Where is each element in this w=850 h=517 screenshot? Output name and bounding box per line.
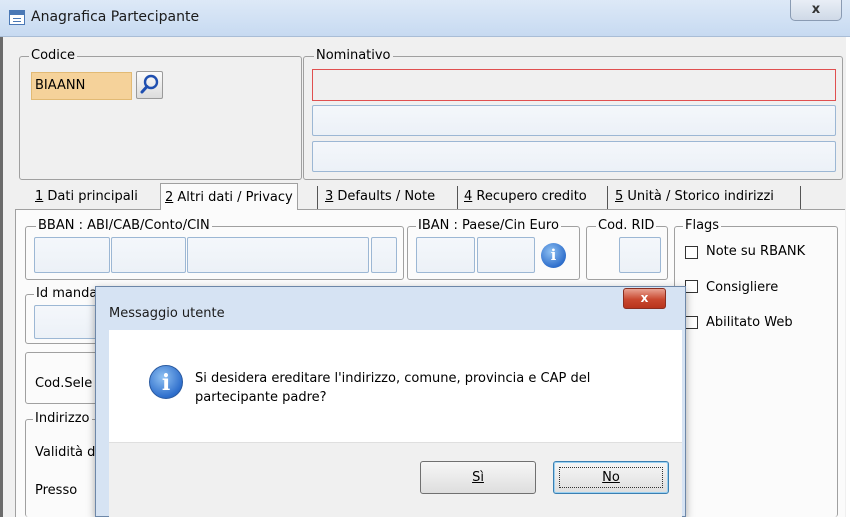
window-title: Anagrafica Partecipante xyxy=(31,9,200,25)
tab-altri-dati-privacy[interactable]: 2 Altri dati / Privacy xyxy=(160,183,298,210)
flag-abilitato-web-label: Abilitato Web xyxy=(706,315,793,330)
window-app-icon xyxy=(9,10,25,25)
no-button[interactable]: No xyxy=(553,461,669,494)
tab-defaults-note[interactable]: 3 Defaults / Note xyxy=(321,186,439,209)
nominativo-line-1[interactable] xyxy=(312,69,836,101)
indirizzo-label: Indirizzo xyxy=(33,411,92,426)
flag-consigliere-label: Consigliere xyxy=(706,280,779,295)
flag-abilitato-web-checkbox[interactable] xyxy=(685,316,698,329)
bban-abi-field[interactable] xyxy=(34,237,110,273)
validita-label: Validità d xyxy=(35,445,96,460)
tab-separator xyxy=(607,186,608,209)
focus-rectangle xyxy=(559,467,663,488)
iban-info-icon[interactable]: i xyxy=(541,243,566,268)
iban-cin-euro-field[interactable] xyxy=(477,237,535,273)
id-mandato-field[interactable] xyxy=(34,305,104,339)
nominativo-line-2[interactable] xyxy=(312,105,836,136)
cod-rid-label: Cod. RID xyxy=(596,218,657,233)
tab-separator xyxy=(800,186,801,209)
tab-unita-storico-indirizzi[interactable]: 5 Unità / Storico indirizzi xyxy=(611,186,778,209)
bban-cin-field[interactable] xyxy=(371,237,397,273)
nominativo-label: Nominativo xyxy=(314,48,393,63)
flag-consigliere-checkbox[interactable] xyxy=(685,280,698,293)
search-icon xyxy=(140,74,159,94)
dialog-close-button[interactable]: x xyxy=(623,288,666,309)
dialog-title: Messaggio utente xyxy=(109,306,225,321)
tab-separator xyxy=(457,186,458,209)
flag-note-su-rbank-label: Note su RBANK xyxy=(706,244,806,259)
flags-label: Flags xyxy=(683,218,722,233)
window-close-button[interactable]: x xyxy=(790,0,842,21)
tab-recupero-credito[interactable]: 4 Recupero credito xyxy=(460,186,591,209)
info-icon: i xyxy=(149,365,183,399)
codice-label: Codice xyxy=(29,48,78,63)
presso-label: Presso xyxy=(35,483,78,498)
iban-label: IBAN : Paese/Cin Euro xyxy=(416,218,561,233)
flag-note-su-rbank-checkbox[interactable] xyxy=(685,246,698,259)
bban-label: BBAN : ABI/CAB/Conto/CIN xyxy=(36,218,212,233)
flags-group xyxy=(674,226,838,517)
nominativo-line-3[interactable] xyxy=(312,141,836,172)
iban-paese-field[interactable] xyxy=(416,237,475,273)
tab-separator xyxy=(317,186,318,209)
codice-input[interactable]: BIAANN xyxy=(31,72,132,100)
cod-sele-label: Cod.Sele xyxy=(35,376,93,391)
window-left-border xyxy=(0,37,3,517)
window-right-border xyxy=(846,37,850,517)
codice-search-button[interactable] xyxy=(136,71,163,99)
tab-dati-principali[interactable]: 1 Dati principali xyxy=(31,186,142,209)
cod-rid-field[interactable] xyxy=(619,237,661,273)
bban-conto-field[interactable] xyxy=(187,237,369,273)
yes-button[interactable]: Sì xyxy=(420,461,536,494)
dialog-message: Si desidera ereditare l'indirizzo, comun… xyxy=(195,371,591,405)
bban-cab-field[interactable] xyxy=(111,237,186,273)
